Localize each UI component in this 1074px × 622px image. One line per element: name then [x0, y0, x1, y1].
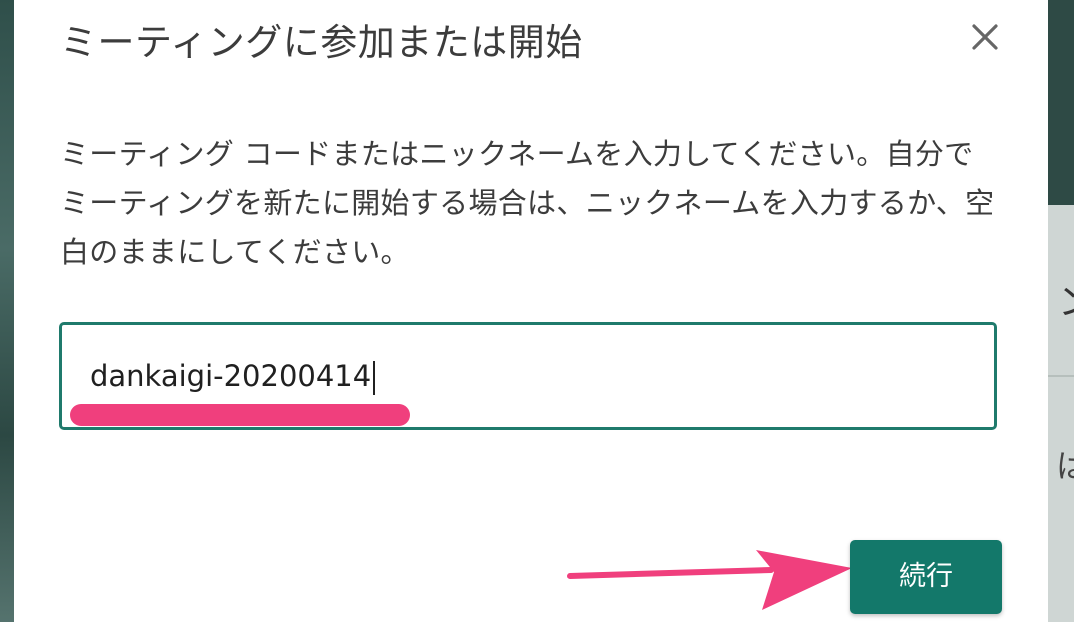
continue-button[interactable]: 続行: [850, 540, 1002, 614]
dialog-title: ミーティングに参加または開始: [60, 21, 583, 64]
background-left-edge: [0, 0, 14, 622]
meeting-code-input-value-wrap: dankaigi-20200414: [90, 359, 376, 395]
join-meeting-dialog: ミーティングに参加または開始 ミーティング コードまたはニックネームを入力してく…: [14, 0, 1048, 622]
close-button[interactable]: [966, 18, 1004, 56]
highlight-underline-annotation: [70, 404, 410, 426]
text-caret: [373, 361, 376, 395]
dialog-description: ミーティング コードまたはニックネームを入力してください。自分でミーティングを新…: [60, 137, 995, 269]
meeting-code-input-value: dankaigi-20200414: [90, 359, 372, 393]
background-peek-text: ン: [1058, 273, 1074, 325]
background-side-panel: ン は: [1048, 205, 1074, 622]
close-icon: [972, 24, 998, 50]
background-peek-text: は: [1056, 447, 1074, 485]
background-divider: [1048, 375, 1074, 377]
arrow-annotation-icon: [567, 550, 852, 610]
